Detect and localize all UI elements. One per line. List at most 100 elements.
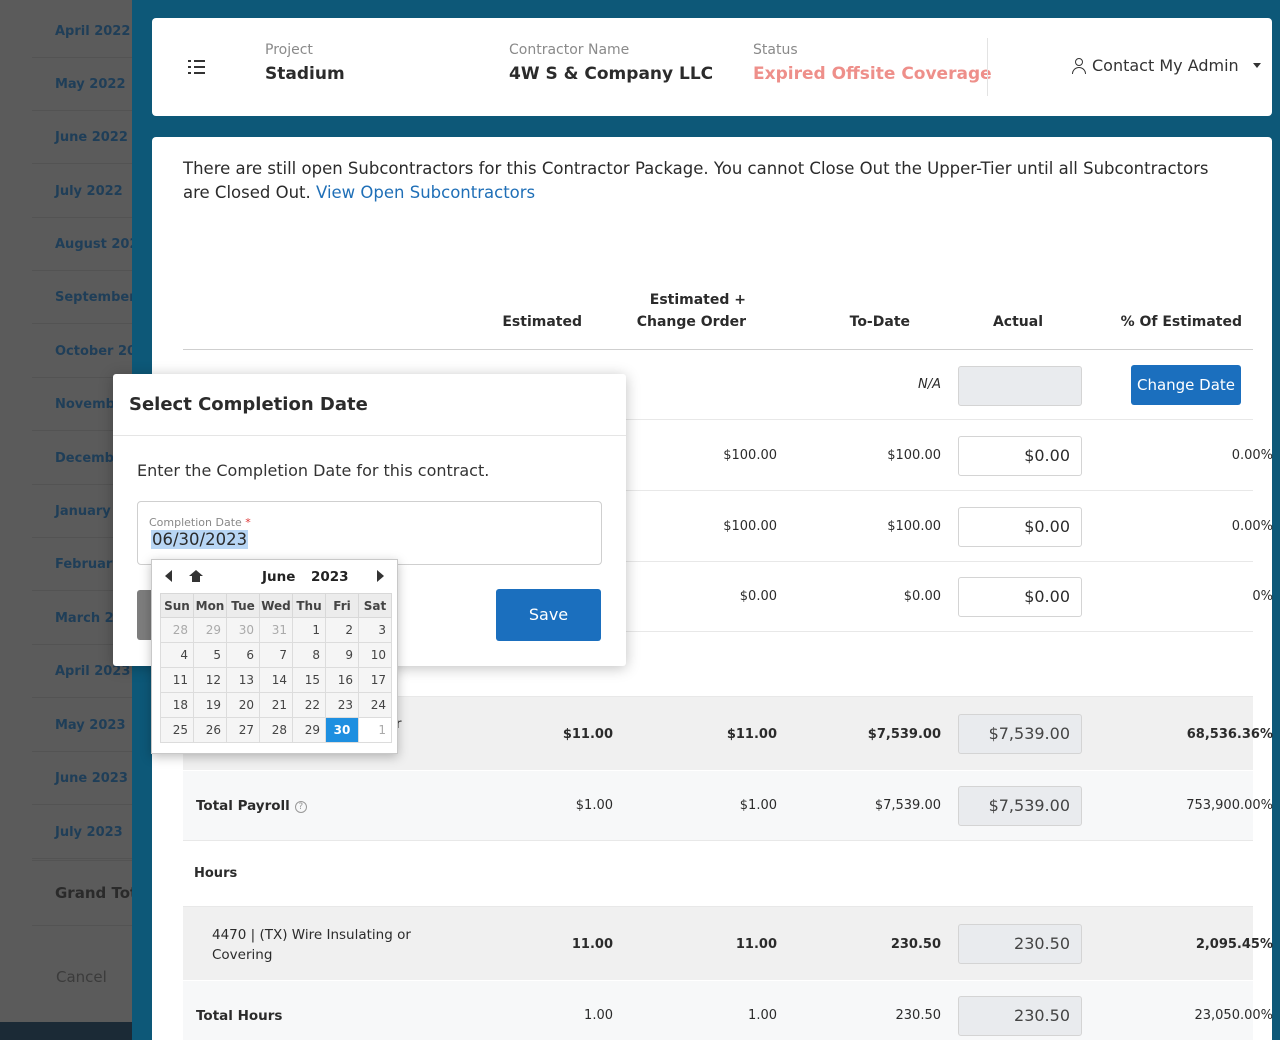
weekday-header: Sun [160,593,194,618]
calendar-day[interactable]: 20 [226,692,260,718]
next-month-icon[interactable] [377,570,384,582]
sidebar-month-item[interactable]: April 2022 [32,5,132,58]
sidebar-month-item[interactable]: August 2022 [32,218,132,271]
save-button[interactable]: Save [496,589,601,641]
calendar-day[interactable]: 26 [193,717,227,743]
weekday-header: Fri [325,593,359,618]
header-card: Project Stadium Contractor Name 4W S & C… [152,18,1272,116]
row-todate: 230.50 [895,1008,942,1023]
row-est: 1.00 [584,1008,613,1023]
row-est-co: 11.00 [735,937,777,952]
help-icon[interactable]: ? [294,801,307,813]
calendar-day[interactable]: 11 [160,667,194,693]
sidebar-cancel-button[interactable]: Cancel [56,968,107,986]
row-pct: 0% [1252,589,1273,604]
sidebar-month-item[interactable]: September 2022 [32,271,132,324]
calendar-day[interactable]: 14 [259,667,293,693]
calendar-day[interactable]: 6 [226,642,260,668]
view-open-subcontractors-link[interactable]: View Open Subcontractors [316,183,535,202]
sidebar-month-item[interactable]: July 2022 [32,165,132,218]
col-pct-estimated: % Of Estimated [1120,314,1242,330]
calendar-day[interactable]: 30 [226,617,260,643]
project-label: Project [265,42,313,58]
calendar-day[interactable]: 29 [292,717,326,743]
sidebar-month-item[interactable]: July 2023 [32,806,132,859]
actual-input[interactable]: $7,539.00 [958,714,1082,754]
modal-title: Select Completion Date [129,394,368,415]
row-todate: $0.00 [903,589,941,604]
calendar-day[interactable]: 5 [193,642,227,668]
row-pct: 753,900.00% [1186,798,1273,813]
sidebar-grand-total[interactable]: Grand Total [32,860,132,926]
calendar-day[interactable]: 28 [160,617,194,643]
col-actual: Actual [992,314,1043,330]
row-pct: 0.00% [1231,519,1273,534]
row-est: 11.00 [571,937,613,952]
change-date-button[interactable]: Change Date [1131,365,1241,405]
calendar-day[interactable]: 8 [292,642,326,668]
calendar-grid: Sun Mon Tue Wed Thu Fri Sat 28 29 30 31 … [160,593,392,743]
calendar-day[interactable]: 7 [259,642,293,668]
contractor-label: Contractor Name [509,42,630,58]
sidebar-month-item[interactable]: October 2022 [32,325,132,378]
calendar-day[interactable]: 13 [226,667,260,693]
contact-admin-label: Contact My Admin [1092,56,1239,75]
sidebar-month-item[interactable]: May 2022 [32,58,132,111]
weekday-header: Mon [193,593,227,618]
calendar-day[interactable]: 19 [193,692,227,718]
calendar-day[interactable]: 25 [160,717,194,743]
calendar-day[interactable]: 24 [358,692,392,718]
calendar-day[interactable]: 18 [160,692,194,718]
calendar-day[interactable]: 28 [259,717,293,743]
contact-admin-dropdown[interactable]: Contact My Admin [1072,56,1261,75]
calendar-day[interactable]: 2 [325,617,359,643]
completion-date-input[interactable]: 06/30/2023 [151,530,249,549]
weekday-header: Thu [292,593,326,618]
completion-date-field[interactable]: Completion Date * 06/30/2023 [137,501,602,565]
actual-input[interactable]: $7,539.00 [958,786,1082,826]
project-field: Project Stadium [265,42,345,84]
calendar-day[interactable]: 22 [292,692,326,718]
total-payroll-row: Total Payroll? $1.00 $1.00 $7,539.00 $7,… [183,771,1273,841]
row-est-co: $100.00 [723,519,777,534]
calendar-day[interactable]: 15 [292,667,326,693]
sidebar-month-item[interactable]: June 2023 [32,752,132,805]
total-hours-row: Total Hours 1.00 1.00 230.50 230.50 23,0… [183,981,1273,1040]
header-divider [987,38,988,96]
project-value: Stadium [265,64,345,84]
calendar-day[interactable]: 31 [259,617,293,643]
total-hours-label: Total Hours [196,1008,283,1024]
row-todate: N/A [918,377,941,392]
modal-divider [113,435,626,436]
actual-input[interactable] [958,366,1082,406]
calendar-day[interactable]: 9 [325,642,359,668]
calendar-day[interactable]: 21 [259,692,293,718]
calendar-day[interactable]: 29 [193,617,227,643]
calendar-day[interactable]: 27 [226,717,260,743]
completion-date-label: Completion Date * [149,516,251,529]
prev-month-icon[interactable] [165,570,172,582]
calendar-day[interactable]: 23 [325,692,359,718]
calendar-year[interactable]: 2023 [311,569,349,585]
calendar-day[interactable]: 12 [193,667,227,693]
calendar-day[interactable]: 1 [358,717,392,743]
actual-input[interactable]: $0.00 [958,436,1082,476]
calendar-day[interactable]: 10 [358,642,392,668]
calendar-month[interactable]: June [262,569,295,585]
row-est-co: $0.00 [739,589,777,604]
actual-input[interactable]: $0.00 [958,507,1082,547]
home-icon[interactable] [189,570,203,583]
sidebar-month-item[interactable]: May 2023 [32,699,132,752]
actual-input[interactable]: 230.50 [958,924,1082,964]
calendar-day[interactable]: 16 [325,667,359,693]
actual-input[interactable]: 230.50 [958,996,1082,1036]
total-payroll-label: Total Payroll? [196,798,307,814]
list-menu-icon[interactable] [188,58,208,76]
calendar-day[interactable]: 3 [358,617,392,643]
calendar-day[interactable]: 4 [160,642,194,668]
calendar-day[interactable]: 1 [292,617,326,643]
actual-input[interactable]: $0.00 [958,577,1082,617]
sidebar-month-item[interactable]: June 2022 [32,111,132,164]
calendar-day[interactable]: 17 [358,667,392,693]
calendar-day-selected[interactable]: 30 [325,717,359,743]
